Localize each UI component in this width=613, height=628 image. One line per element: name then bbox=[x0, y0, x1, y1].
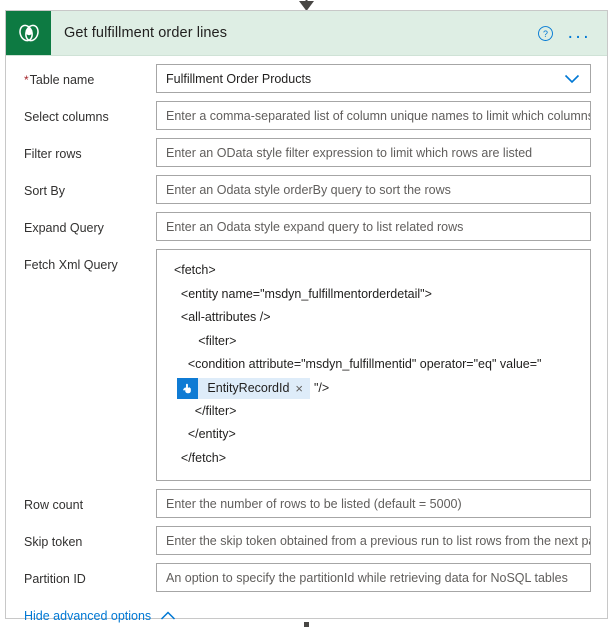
chevron-up-icon[interactable] bbox=[160, 611, 176, 621]
fetch-xml-query-editor[interactable]: <fetch> <entity name="msdyn_fulfillmento… bbox=[156, 249, 591, 481]
field-row-skip-token: Skip token Enter the skip token obtained… bbox=[6, 526, 607, 555]
token-close-icon[interactable]: × bbox=[295, 382, 310, 395]
field-label-text: Table name bbox=[29, 73, 95, 87]
field-label-expand-query: Expand Query bbox=[24, 221, 104, 235]
chevron-down-icon[interactable] bbox=[564, 74, 580, 84]
dynamic-content-token[interactable]: EntityRecordId × bbox=[177, 377, 310, 399]
field-row-table-name: *Table name Fulfillment Order Products bbox=[6, 64, 607, 93]
code-line: </fetch> bbox=[167, 450, 227, 465]
filter-rows-input[interactable]: Enter an OData style filter expression t… bbox=[156, 138, 591, 167]
partition-id-placeholder: An option to specify the partitionId whi… bbox=[166, 570, 568, 585]
row-count-input[interactable]: Enter the number of rows to be listed (d… bbox=[156, 489, 591, 518]
field-control-sort-by: Enter an Odata style orderBy query to so… bbox=[156, 175, 591, 204]
field-control-select-columns: Enter a comma-separated list of column u… bbox=[156, 101, 591, 130]
field-label-sort-by: Sort By bbox=[24, 184, 65, 198]
sort-by-input[interactable]: Enter an Odata style orderBy query to so… bbox=[156, 175, 591, 204]
code-line: </filter> bbox=[167, 403, 237, 418]
code-line: <all-attributes /> bbox=[167, 310, 271, 324]
code-line: <filter> bbox=[167, 333, 237, 348]
field-row-partition-id: Partition ID An option to specify the pa… bbox=[6, 563, 607, 592]
field-row-select-columns: Select columns Enter a comma-separated l… bbox=[6, 101, 607, 130]
action-card-header[interactable]: Get fulfillment order lines ? ... bbox=[6, 11, 607, 56]
field-label-partition-id: Partition ID bbox=[24, 572, 86, 586]
field-label-select-columns: Select columns bbox=[24, 110, 109, 124]
select-columns-input[interactable]: Enter a comma-separated list of column u… bbox=[156, 101, 591, 130]
field-label-fetch-xml-query: Fetch Xml Query bbox=[24, 258, 118, 272]
code-line: <entity name="msdyn_fulfillmentorderdeta… bbox=[167, 286, 432, 301]
field-row-filter-rows: Filter rows Enter an OData style filter … bbox=[6, 138, 607, 167]
flow-action-canvas: Get fulfillment order lines ? ... *Table… bbox=[0, 0, 613, 628]
field-label-table-name: *Table name bbox=[24, 64, 156, 88]
row-count-placeholder: Enter the number of rows to be listed (d… bbox=[166, 496, 462, 511]
field-label-row-count: Row count bbox=[24, 498, 84, 512]
code-line: <condition attribute="msdyn_fulfillmenti… bbox=[167, 357, 542, 371]
field-control-row-count: Enter the number of rows to be listed (d… bbox=[156, 489, 591, 518]
partition-id-input[interactable]: An option to specify the partitionId whi… bbox=[156, 563, 591, 592]
field-control-filter-rows: Enter an OData style filter expression t… bbox=[156, 138, 591, 167]
skip-token-placeholder: Enter the skip token obtained from a pre… bbox=[166, 533, 590, 548]
manual-trigger-hand-icon bbox=[177, 377, 199, 399]
ellipsis-icon[interactable]: ... bbox=[560, 23, 601, 42]
field-row-expand-query: Expand Query Enter an Odata style expand… bbox=[6, 212, 607, 241]
code-line: <fetch> bbox=[167, 263, 216, 277]
help-circle-icon[interactable]: ? bbox=[532, 19, 560, 47]
token-label: EntityRecordId bbox=[207, 380, 290, 395]
hide-advanced-options-link[interactable]: Hide advanced options bbox=[24, 609, 151, 623]
sort-by-placeholder: Enter an Odata style orderBy query to so… bbox=[166, 182, 451, 197]
table-name-dropdown[interactable]: Fulfillment Order Products bbox=[156, 64, 591, 93]
field-label-filter-rows: Filter rows bbox=[24, 147, 82, 161]
action-card[interactable]: Get fulfillment order lines ? ... *Table… bbox=[5, 10, 608, 623]
svg-text:?: ? bbox=[543, 29, 548, 39]
required-asterisk: * bbox=[24, 73, 29, 87]
code-line-token: EntityRecordId × "/> bbox=[167, 377, 580, 400]
field-row-sort-by: Sort By Enter an Odata style orderBy que… bbox=[6, 175, 607, 204]
code-line: </entity> bbox=[167, 427, 236, 441]
token-line-suffix: "/> bbox=[314, 380, 330, 395]
field-label-skip-token: Skip token bbox=[24, 535, 83, 549]
skip-token-input[interactable]: Enter the skip token obtained from a pre… bbox=[156, 526, 591, 555]
field-control-fetch-xml-query: <fetch> <entity name="msdyn_fulfillmento… bbox=[156, 249, 591, 481]
action-title: Get fulfillment order lines bbox=[64, 25, 228, 41]
dataverse-icon bbox=[6, 11, 51, 55]
field-control-partition-id: An option to specify the partitionId whi… bbox=[156, 563, 591, 592]
field-control-table-name: Fulfillment Order Products bbox=[156, 64, 591, 93]
table-name-value: Fulfillment Order Products bbox=[166, 71, 312, 86]
card-footer: Hide advanced options bbox=[6, 600, 607, 623]
action-card-body: *Table name Fulfillment Order Products S… bbox=[6, 56, 607, 623]
expand-query-placeholder: Enter an Odata style expand query to lis… bbox=[166, 219, 464, 234]
select-columns-placeholder: Enter a comma-separated list of column u… bbox=[166, 108, 590, 123]
field-control-skip-token: Enter the skip token obtained from a pre… bbox=[156, 526, 591, 555]
field-row-row-count: Row count Enter the number of rows to be… bbox=[6, 489, 607, 518]
filter-rows-placeholder: Enter an OData style filter expression t… bbox=[166, 145, 533, 160]
expand-query-input[interactable]: Enter an Odata style expand query to lis… bbox=[156, 212, 591, 241]
field-control-expand-query: Enter an Odata style expand query to lis… bbox=[156, 212, 591, 241]
field-row-fetch-xml-query: Fetch Xml Query <fetch> <entity name="ms… bbox=[6, 249, 607, 481]
